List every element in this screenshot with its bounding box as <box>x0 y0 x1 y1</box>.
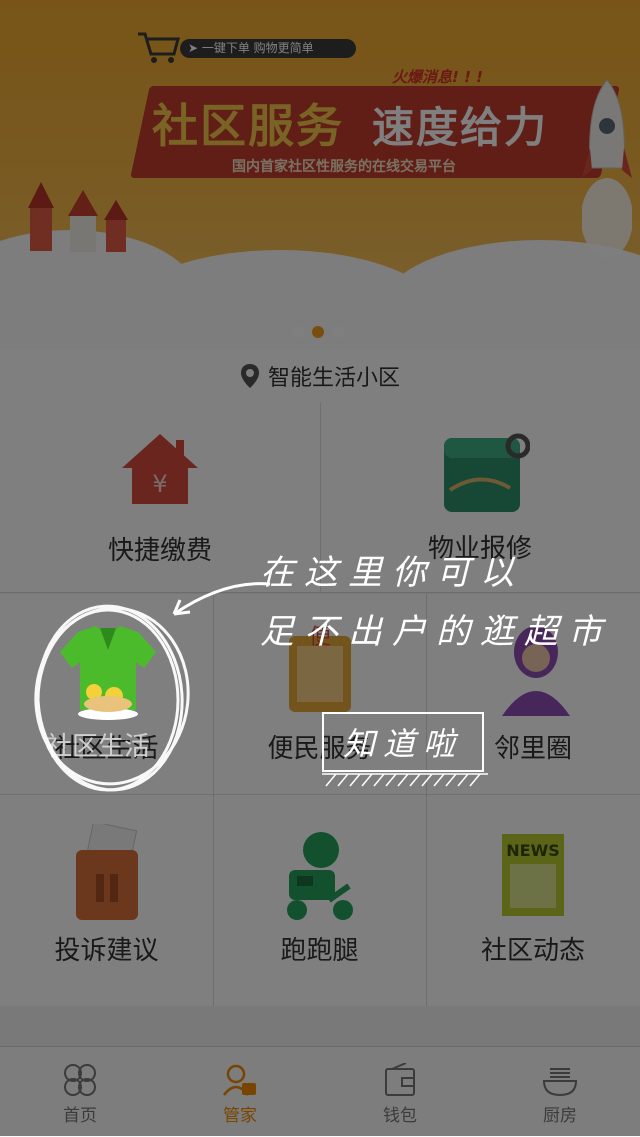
pointer-arrow-icon <box>172 582 271 616</box>
got-it-button[interactable]: 知道啦 <box>322 712 484 772</box>
guide-tip-line2: 足不出户的逛超市 <box>260 612 612 652</box>
button-hatch-decoration <box>322 773 488 787</box>
guide-tip-line1: 在这里你可以 <box>260 553 524 593</box>
highlight-scribble-circle <box>34 604 190 792</box>
